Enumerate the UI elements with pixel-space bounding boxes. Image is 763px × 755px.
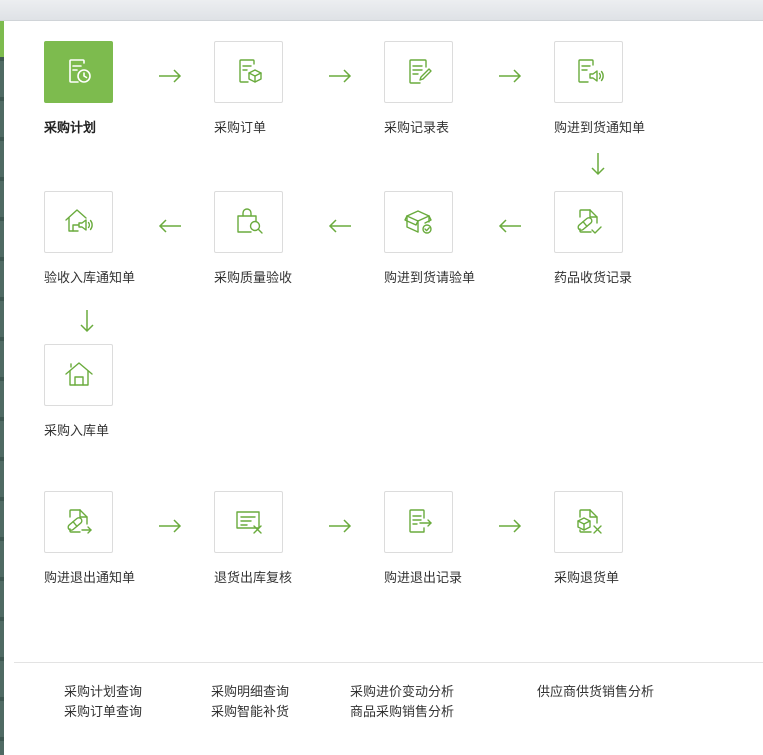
node-box[interactable] <box>214 491 283 553</box>
flow-node-purchase-warehousing[interactable]: 采购入库单 <box>44 344 174 439</box>
node-label: 购进到货通知单 <box>554 121 646 136</box>
left-nav-strip <box>0 21 4 755</box>
quality-search-icon <box>236 208 263 234</box>
flow-node-purchase-order[interactable]: 采购订单 <box>214 41 344 136</box>
return-record-icon <box>408 509 432 533</box>
query-link-smart-replenish[interactable]: 采购智能补货 <box>211 701 289 720</box>
arrow-right-icon <box>158 518 182 534</box>
window-top-bar <box>0 0 763 21</box>
query-link-supplier-sales[interactable]: 供应商供货销售分析 <box>537 681 654 700</box>
arrow-right-icon <box>328 68 352 84</box>
flow-node-inspection-request[interactable]: 购进到货请验单 <box>384 191 514 286</box>
node-box[interactable] <box>214 41 283 103</box>
flow-node-arrival-notice[interactable]: 购进到货通知单 <box>554 41 684 136</box>
node-box[interactable] <box>214 191 283 253</box>
node-label: 验收入库通知单 <box>44 271 136 286</box>
order-box-icon <box>238 59 262 83</box>
node-box[interactable] <box>44 41 113 103</box>
warehouse-notice-icon <box>64 209 93 232</box>
arrow-left-icon <box>158 218 182 234</box>
node-box[interactable] <box>554 41 623 103</box>
node-label: 采购退货单 <box>554 571 620 586</box>
node-label: 购进退出记录 <box>384 571 463 586</box>
plan-clock-icon <box>68 59 91 83</box>
query-link-order[interactable]: 采购订单查询 <box>64 701 142 720</box>
inspection-box-icon <box>403 210 432 234</box>
node-label: 购进到货请验单 <box>384 271 476 286</box>
flow-node-purchase-record[interactable]: 采购记录表 <box>384 41 514 136</box>
return-notice-icon <box>66 509 92 534</box>
return-order-icon <box>576 509 602 534</box>
section-divider <box>14 662 763 663</box>
arrow-left-icon <box>328 218 352 234</box>
node-label: 采购计划 <box>44 121 97 136</box>
node-box[interactable] <box>384 191 453 253</box>
flow-node-return-notice[interactable]: 购进退出通知单 <box>44 491 174 586</box>
node-box[interactable] <box>384 41 453 103</box>
node-label: 采购记录表 <box>384 121 450 136</box>
query-link-price-change[interactable]: 采购进价变动分析 <box>350 681 454 700</box>
drug-receipt-icon <box>576 209 602 234</box>
node-label: 退货出库复核 <box>214 571 293 586</box>
arrow-right-icon <box>498 68 522 84</box>
query-link-detail[interactable]: 采购明细查询 <box>211 681 289 700</box>
query-link-purchase-sales[interactable]: 商品采购销售分析 <box>350 701 454 720</box>
flow-node-return-order[interactable]: 采购退货单 <box>554 491 684 586</box>
node-box[interactable] <box>44 491 113 553</box>
arrow-right-icon <box>498 518 522 534</box>
node-box[interactable] <box>554 491 623 553</box>
flow-node-acceptance-notice[interactable]: 验收入库通知单 <box>44 191 174 286</box>
flow-node-return-record[interactable]: 购进退出记录 <box>384 491 514 586</box>
return-review-icon <box>235 511 262 534</box>
node-label: 购进退出通知单 <box>44 571 136 586</box>
node-box[interactable] <box>554 191 623 253</box>
arrow-left-icon <box>498 218 522 234</box>
node-label: 采购订单 <box>214 121 267 136</box>
node-label: 采购入库单 <box>44 424 110 439</box>
node-box[interactable] <box>44 191 113 253</box>
flow-node-quality-acceptance[interactable]: 采购质量验收 <box>214 191 344 286</box>
arrival-notice-icon <box>577 59 604 83</box>
query-link-plan[interactable]: 采购计划查询 <box>64 681 142 700</box>
flow-node-return-review[interactable]: 退货出库复核 <box>214 491 344 586</box>
node-label: 采购质量验收 <box>214 271 293 286</box>
node-box[interactable] <box>384 491 453 553</box>
flow-node-purchase-plan[interactable]: 采购计划 <box>44 41 174 136</box>
node-label: 药品收货记录 <box>554 271 633 286</box>
arrow-right-icon <box>158 68 182 84</box>
left-nav-active-marker <box>0 21 4 57</box>
warehouse-icon <box>64 362 93 386</box>
arrow-down-icon <box>590 152 606 176</box>
flow-node-drug-receipt[interactable]: 药品收货记录 <box>554 191 684 286</box>
arrow-down-icon <box>79 309 95 333</box>
record-edit-icon <box>408 59 432 84</box>
node-box[interactable] <box>44 344 113 406</box>
arrow-right-icon <box>328 518 352 534</box>
